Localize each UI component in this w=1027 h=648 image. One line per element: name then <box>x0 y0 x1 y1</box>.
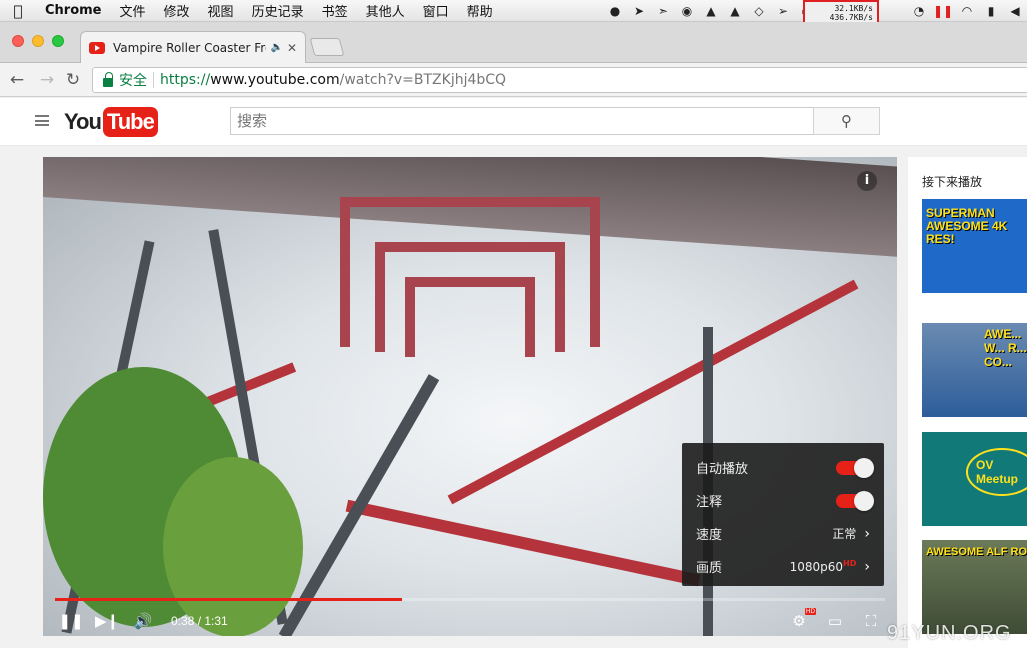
qq-icon[interactable]: ▲ <box>703 3 719 19</box>
volume-icon[interactable]: ◀ <box>1007 3 1023 19</box>
telegram-icon[interactable]: ➤ <box>631 3 647 19</box>
setting-annotations[interactable]: 注释 <box>682 484 884 517</box>
menu-bookmarks[interactable]: 书签 <box>313 1 357 20</box>
progress-bar[interactable] <box>55 598 885 601</box>
time-display: 0:38 / 1:31 <box>171 613 228 628</box>
url-scheme: https:// <box>160 72 211 88</box>
pause-record-icon[interactable]: ❚❚ <box>933 3 953 19</box>
menu-file[interactable]: 文件 <box>111 1 155 20</box>
youtube-logo[interactable]: You Tube <box>64 107 158 137</box>
upload-speed: 32.1KB/s <box>834 4 873 13</box>
related-thumbnail[interactable]: OV Meetup <box>922 432 1027 526</box>
autoplay-toggle[interactable] <box>836 457 874 478</box>
up-next-heading: 接下来播放 <box>922 175 983 189</box>
secure-label: 安全 <box>119 73 147 89</box>
search-icon: ⚲ <box>841 112 852 130</box>
menu-people[interactable]: 其他人 <box>357 1 414 20</box>
penguin-icon[interactable]: ● <box>607 3 623 19</box>
reload-icon[interactable]: ↻ <box>62 69 84 91</box>
youtube-favicon-icon <box>89 41 105 54</box>
lock-icon <box>103 71 113 87</box>
menu-help[interactable]: 帮助 <box>458 1 502 20</box>
address-bar[interactable]: 安全 https:// www.youtube.com /watch?v=BTZ… <box>92 67 1027 93</box>
quality-hd-badge: HD <box>843 559 857 568</box>
logo-you-text: You <box>64 109 102 134</box>
player-controls-right: ⚙ HD ▭ ⛶ <box>777 608 885 633</box>
send-icon[interactable]: ➣ <box>655 3 671 19</box>
fullscreen-icon[interactable]: ⛶ <box>857 609 885 633</box>
url-host: www.youtube.com <box>210 72 340 88</box>
guide-menu-icon[interactable] <box>35 115 49 126</box>
tab-title: Vampire Roller Coaster Fro <box>113 40 267 55</box>
player-controls: ❚❚ ▶❙ 🔊 0:38 / 1:31 ⚙ HD ▭ ⛶ <box>43 605 897 636</box>
setting-speed[interactable]: 速度 正常 › <box>682 517 884 550</box>
dropbox-icon[interactable]: ◇ <box>751 3 767 19</box>
annotations-label: 注释 <box>696 495 723 510</box>
info-icon[interactable]: i <box>857 171 877 191</box>
video-frame-loop-3 <box>405 277 535 357</box>
tab-strip: Vampire Roller Coaster Fro 🔈 ✕ <box>0 22 1027 63</box>
next-button[interactable]: ▶❙ <box>93 609 121 633</box>
related-thumbnail[interactable]: AWESOME ALF ROLLER COAST <box>922 540 1027 634</box>
wechat-icon[interactable]: ◉ <box>679 3 695 19</box>
related-thumbnail[interactable]: AWE... W... R... CO... <box>922 323 1027 417</box>
thumbnail-caption: AWESOME ALF ROLLER COAST <box>926 546 1027 558</box>
back-arrow-icon[interactable]: ← <box>6 69 28 91</box>
watermark-text: 91YUN.ORG <box>887 622 1012 644</box>
thumbnail-caption: SUPERMAN AWESOME 4K RES! <box>926 206 1008 246</box>
window-zoom-button[interactable] <box>52 35 64 47</box>
search-button[interactable]: ⚲ <box>813 107 880 135</box>
annotations-toggle[interactable] <box>836 490 874 511</box>
thumbnail-caption: AWE... W... R... CO... <box>984 327 1027 369</box>
setting-autoplay[interactable]: 自动播放 <box>682 451 884 484</box>
gear-hd-badge: HD <box>804 608 816 615</box>
address-separator <box>153 72 154 88</box>
paper-plane-icon[interactable]: ➢ <box>775 3 791 19</box>
quality-value-text: 1080p60 <box>789 560 844 574</box>
battery-icon[interactable]: ▮ <box>983 3 999 19</box>
apple-icon[interactable]:  <box>0 2 36 20</box>
quality-value: 1080p60HD <box>790 559 857 574</box>
tab-close-icon[interactable]: ✕ <box>287 41 297 55</box>
download-speed: 436.7KB/s <box>829 13 873 22</box>
thumbnail-caption: OV Meetup <box>966 448 1027 496</box>
progress-played <box>55 598 402 601</box>
menu-edit[interactable]: 修改 <box>155 1 199 20</box>
qq-alt-icon[interactable]: ▲ <box>727 3 743 19</box>
tab-audio-icon[interactable]: 🔈 <box>270 42 282 53</box>
gauge-icon[interactable]: ◔ <box>911 3 927 19</box>
url-path: /watch?v=BTZKjhj4bCQ <box>339 72 507 88</box>
settings-gear-icon[interactable]: ⚙ HD <box>785 608 816 633</box>
new-tab-button[interactable] <box>309 38 345 56</box>
settings-menu: 自动播放 注释 速度 正常 › 画质 1080p60HD › <box>682 443 884 586</box>
menu-app-name[interactable]: Chrome <box>36 3 111 18</box>
quality-label: 画质 <box>696 561 723 576</box>
forward-arrow-icon[interactable]: → <box>36 69 58 91</box>
pause-button[interactable]: ❚❚ <box>57 609 85 633</box>
search-input[interactable] <box>230 107 814 135</box>
logo-tube-text: Tube <box>102 107 158 137</box>
wifi-icon[interactable]: ◠ <box>959 3 975 19</box>
browser-tab-active[interactable]: Vampire Roller Coaster Fro 🔈 ✕ <box>80 31 306 63</box>
window-minimize-button[interactable] <box>32 35 44 47</box>
autoplay-label: 自动播放 <box>696 462 749 477</box>
volume-icon[interactable]: 🔊 <box>129 609 157 633</box>
chevron-right-icon: › <box>864 525 870 542</box>
browser-toolbar: ← → ↻ 安全 https:// www.youtube.com /watch… <box>0 63 1027 97</box>
up-next-thumbnail[interactable]: SUPERMAN AWESOME 4K RES! <box>922 199 1027 293</box>
speed-label: 速度 <box>696 528 723 543</box>
menu-view[interactable]: 视图 <box>199 1 243 20</box>
menu-history[interactable]: 历史记录 <box>243 1 313 20</box>
window-close-button[interactable] <box>12 35 24 47</box>
chevron-right-icon: › <box>864 558 870 575</box>
video-player[interactable]: i 自动播放 注释 速度 正常 › 画质 1080p60HD › ❚❚ ▶❙ 🔊… <box>43 157 897 636</box>
youtube-header: You Tube ⚲ <box>0 98 1027 146</box>
up-next-sidebar: 接下来播放 SUPERMAN AWESOME 4K RES! AWE... W.… <box>908 157 1027 648</box>
setting-quality[interactable]: 画质 1080p60HD › <box>682 550 884 583</box>
theater-mode-icon[interactable]: ▭ <box>821 609 849 633</box>
speed-value: 正常 <box>832 527 857 541</box>
menu-window[interactable]: 窗口 <box>414 1 458 20</box>
